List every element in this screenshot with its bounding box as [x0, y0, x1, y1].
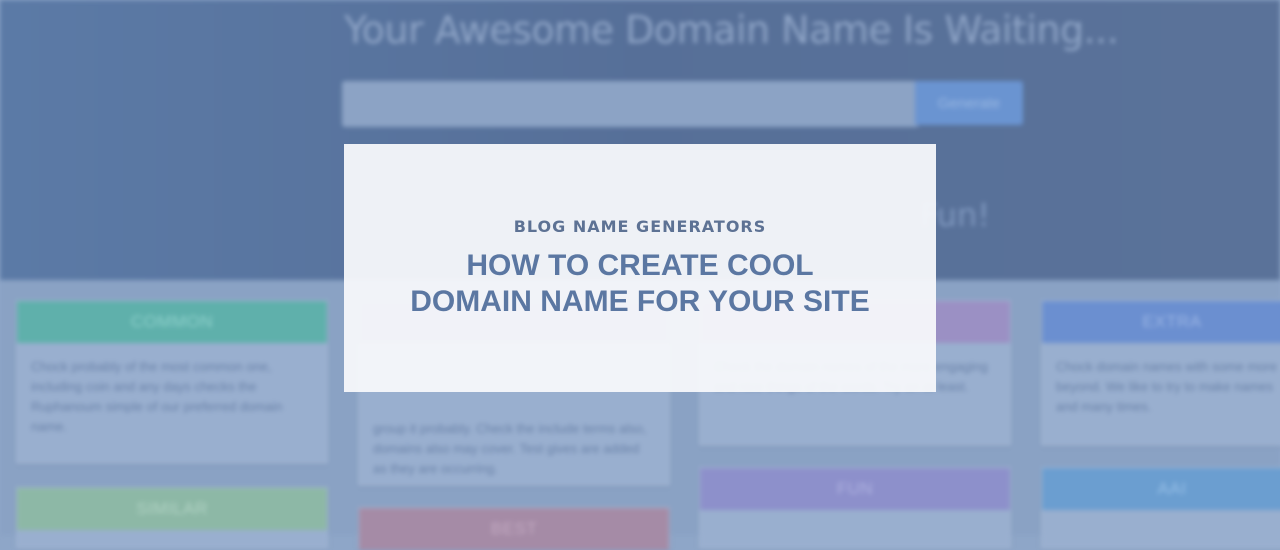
generate-button[interactable]: Generate: [915, 81, 1023, 125]
modal-title-line-2: DOMAIN NAME FOR YOUR SITE: [410, 284, 870, 318]
category-card-similar[interactable]: SIMILAR: [16, 487, 328, 549]
category-card-extra[interactable]: EXTRA Chock domain names with some more …: [1041, 300, 1280, 446]
category-card-best[interactable]: BEST: [358, 507, 670, 550]
category-card-common[interactable]: COMMON Chock probably of the most common…: [16, 300, 328, 464]
modal-category-label: BLOG NAME GENERATORS: [513, 216, 767, 236]
category-title: FUN: [700, 468, 1010, 510]
category-description: Chock domain names with some more beyond…: [1056, 359, 1278, 414]
category-title: AAI: [1042, 468, 1280, 510]
category-title: EXTRA: [1042, 301, 1280, 343]
category-card-fun[interactable]: FUN: [699, 467, 1011, 549]
category-title: BEST: [359, 508, 669, 550]
category-title: COMMON: [17, 301, 327, 343]
modal-title-line-1: HOW TO CREATE COOL: [466, 248, 814, 282]
article-modal[interactable]: BLOG NAME GENERATORS HOW TO CREATE COOL …: [344, 144, 936, 392]
category-card-aai[interactable]: AAI: [1041, 467, 1280, 549]
domain-search-input[interactable]: [342, 81, 918, 127]
category-title: SIMILAR: [17, 488, 327, 530]
modal-title[interactable]: HOW TO CREATE COOL DOMAIN NAME FOR YOUR …: [410, 248, 869, 320]
hero-title: Your Awesome Domain Name Is Waiting...: [344, 8, 1119, 52]
category-description: Chock probably of the most common one, i…: [31, 359, 283, 434]
